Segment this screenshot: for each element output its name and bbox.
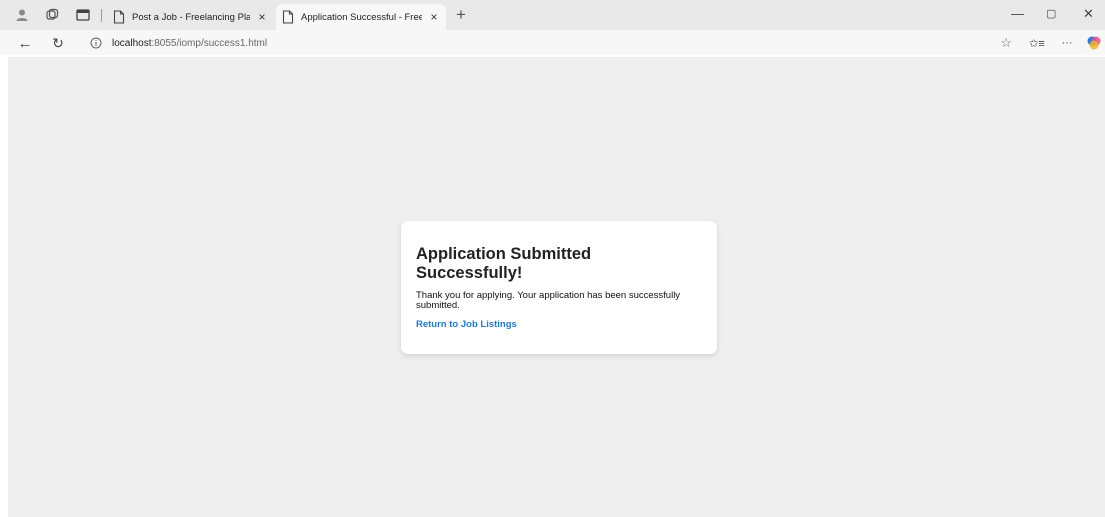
page-icon [282, 10, 294, 24]
tab-title: Application Successful - Freelanci [301, 11, 422, 23]
vertical-tabs-icon[interactable] [75, 7, 91, 23]
favorites-icon[interactable]: ✩≡ [1027, 33, 1047, 53]
tab-strip: Post a Job - Freelancing Platform × Appl… [0, 0, 1105, 30]
return-to-job-listings-link[interactable]: Return to Job Listings [416, 319, 701, 330]
page-icon [113, 10, 125, 24]
url-path: :8055/iomp/success1.html [151, 37, 268, 49]
success-message: Thank you for applying. Your application… [416, 290, 681, 311]
close-icon[interactable]: ✕ [1083, 6, 1094, 22]
tab-close-icon[interactable]: × [256, 10, 268, 24]
page-viewport: Application Submitted Successfully! Than… [8, 57, 1105, 517]
success-card: Application Submitted Successfully! Than… [401, 221, 717, 354]
tab-application-successful[interactable]: Application Successful - Freelanci × [276, 4, 446, 30]
url-text[interactable]: localhost:8055/iomp/success1.html [112, 38, 267, 49]
browser-window: Post a Job - Freelancing Platform × Appl… [0, 0, 1105, 517]
toolbar: ← ↻ localhost:8055/iomp/success1.html ☆ … [0, 30, 1105, 55]
address-bar[interactable]: localhost:8055/iomp/success1.html ☆ [80, 32, 1020, 54]
tab-close-icon[interactable]: × [428, 10, 440, 24]
tab-divider [101, 9, 102, 22]
workspaces-icon[interactable] [44, 7, 60, 23]
copilot-icon[interactable] [1084, 33, 1104, 53]
url-host: localhost [112, 37, 152, 49]
plus-icon[interactable]: + [456, 5, 466, 25]
star-icon[interactable]: ☆ [1000, 35, 1012, 51]
restore-icon[interactable]: ▢ [1046, 6, 1056, 22]
tab-title: Post a Job - Freelancing Platform [132, 11, 250, 23]
more-icon[interactable]: ··· [1057, 33, 1077, 53]
profile-icon[interactable] [14, 7, 30, 23]
success-heading: Application Submitted Successfully! [416, 245, 592, 282]
refresh-icon[interactable]: ↻ [48, 33, 68, 53]
info-icon[interactable] [90, 37, 102, 49]
minimize-icon[interactable]: — [1011, 6, 1024, 22]
back-arrow-icon[interactable]: ← [15, 33, 35, 53]
tab-post-a-job[interactable]: Post a Job - Freelancing Platform × [107, 4, 274, 30]
